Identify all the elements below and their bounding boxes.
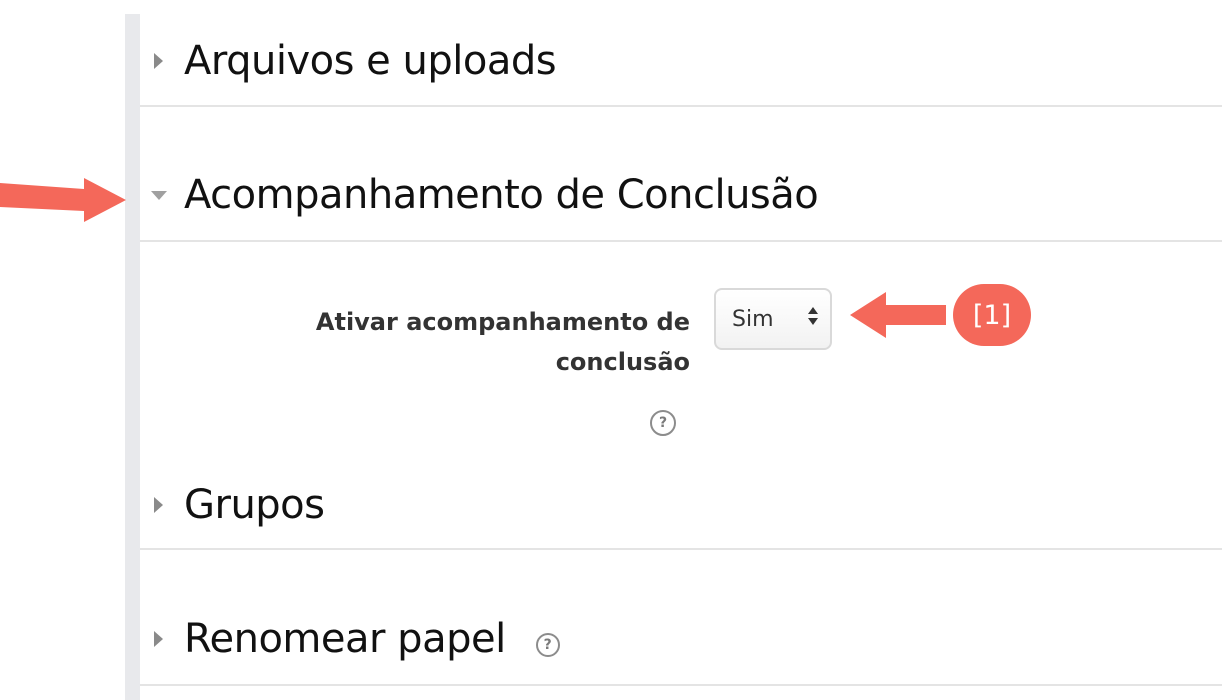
settings-page: Arquivos e uploads Acompanhamento de Con… [0,0,1222,700]
badge-text: [1] [972,299,1012,331]
arrow-left-icon [850,292,946,338]
annotation-layer [0,178,946,338]
arrow-right-icon [0,178,126,222]
annotation-badge: [1] [953,284,1031,346]
